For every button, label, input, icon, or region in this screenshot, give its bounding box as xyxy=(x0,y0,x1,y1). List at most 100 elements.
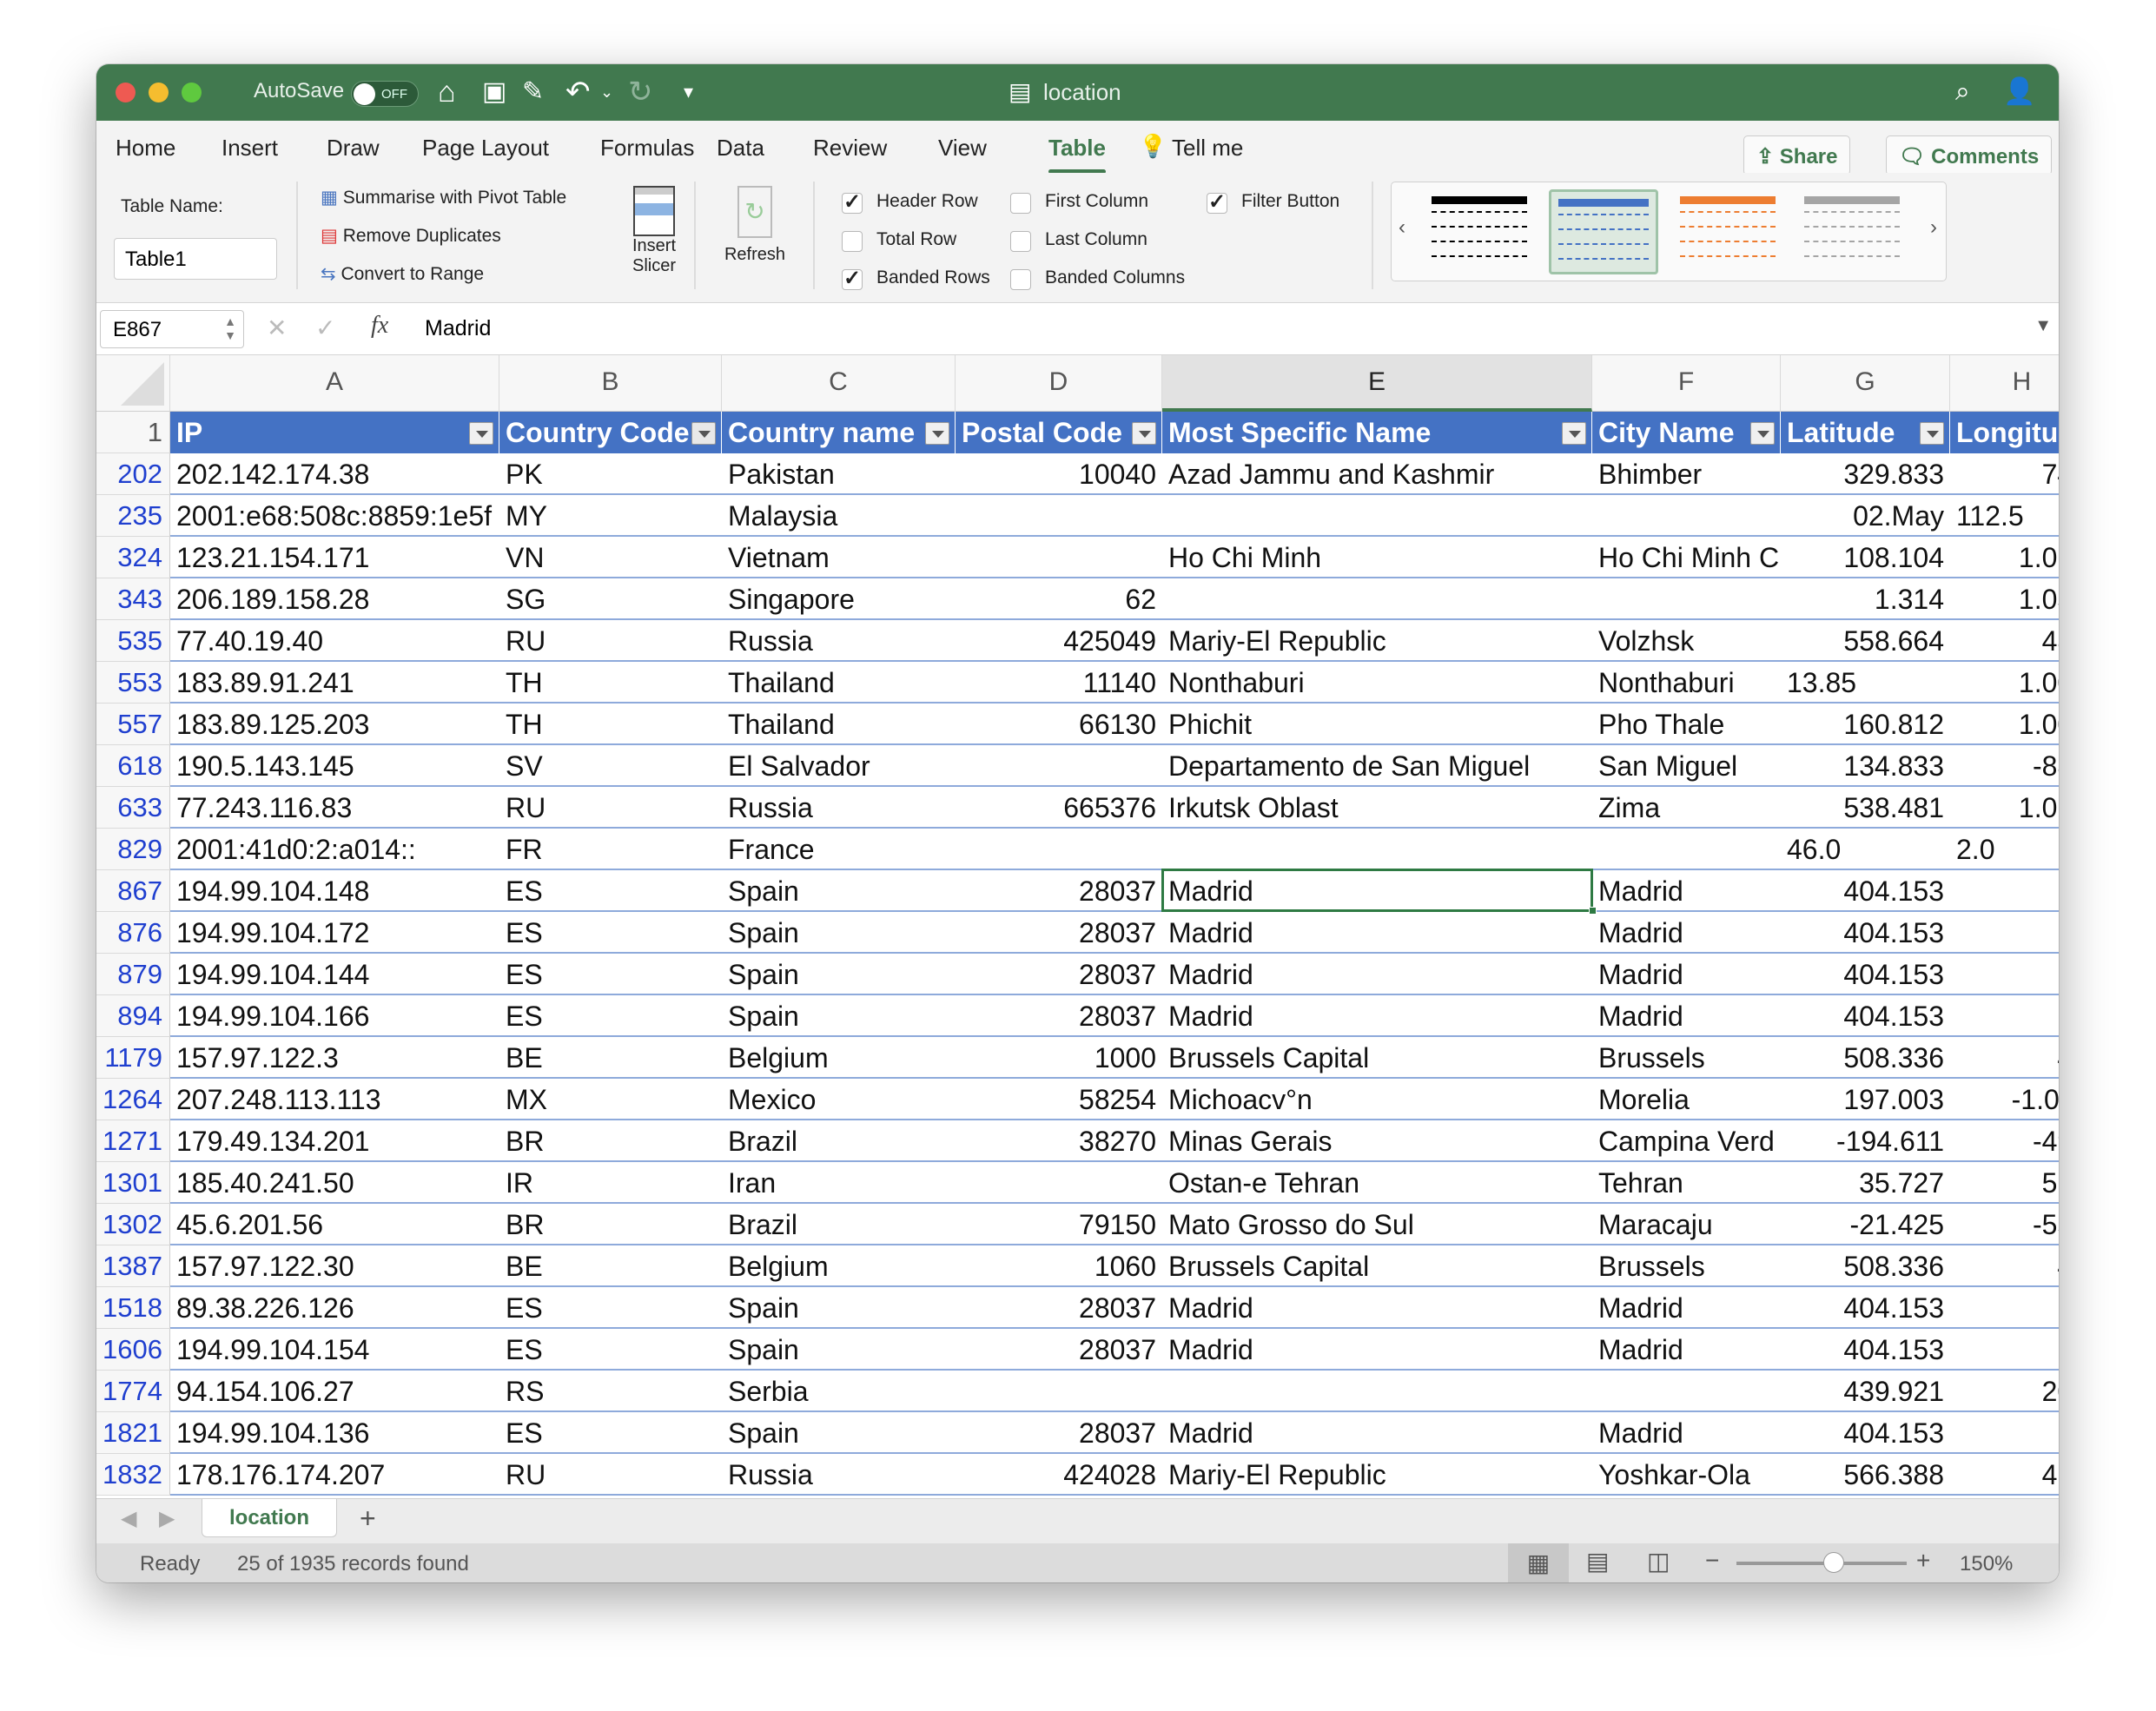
cell-G[interactable]: 404.153 xyxy=(1781,1412,1950,1454)
cell-B[interactable]: ES xyxy=(499,1329,722,1371)
table-style-3[interactable] xyxy=(1673,189,1782,274)
home-icon[interactable]: ⌂ xyxy=(438,76,456,108)
cell-F[interactable]: Brussels xyxy=(1592,1245,1781,1287)
cell-E[interactable]: Brussels Capital xyxy=(1162,1245,1592,1287)
account-icon[interactable]: 👤 xyxy=(2003,76,2035,108)
tab-insert[interactable]: Insert xyxy=(222,135,278,162)
cell-E[interactable]: Madrid xyxy=(1162,995,1592,1037)
cell-D[interactable]: 28037 xyxy=(956,954,1162,995)
tab-table[interactable]: Table xyxy=(1048,135,1106,174)
cell-H[interactable]: -3 xyxy=(1950,1287,2059,1329)
cell-C[interactable]: Russia xyxy=(722,787,956,829)
tab-view[interactable]: View xyxy=(938,135,987,162)
cell-F[interactable]: Madrid xyxy=(1592,1412,1781,1454)
row-number[interactable]: 1821 xyxy=(96,1412,170,1454)
cell-E[interactable]: Madrid xyxy=(1162,954,1592,995)
cell-F[interactable]: Morelia xyxy=(1592,1079,1781,1120)
cell-B[interactable]: BE xyxy=(499,1037,722,1079)
cell-A[interactable]: 183.89.125.203 xyxy=(170,704,499,745)
cell-C[interactable]: Vietnam xyxy=(722,537,956,578)
cell-H[interactable]: 209 xyxy=(1950,1371,2059,1412)
cell-H[interactable]: -3 xyxy=(1950,1329,2059,1371)
normal-view-icon[interactable]: ▦ xyxy=(1508,1543,1569,1582)
row-number[interactable]: 324 xyxy=(96,537,170,578)
cell-F[interactable]: Ho Chi Minh Ci xyxy=(1592,537,1781,578)
cell-G[interactable]: 134.833 xyxy=(1781,745,1950,787)
cell-E[interactable]: Madrid xyxy=(1162,870,1592,912)
cell-G[interactable]: 160.812 xyxy=(1781,704,1950,745)
cell-E[interactable] xyxy=(1162,1371,1592,1412)
cell-H[interactable]: 1.036 xyxy=(1950,578,2059,620)
cell-D[interactable] xyxy=(956,495,1162,537)
cell-F[interactable]: Zima xyxy=(1592,787,1781,829)
cell-D[interactable]: 28037 xyxy=(956,870,1162,912)
row-number[interactable]: 1179 xyxy=(96,1037,170,1079)
cell-C[interactable]: Spain xyxy=(722,1287,956,1329)
cell-A[interactable]: 94.154.106.27 xyxy=(170,1371,499,1412)
cell-C[interactable]: Serbia xyxy=(722,1371,956,1412)
cell-D[interactable]: 38270 xyxy=(956,1120,1162,1162)
cell-H[interactable]: 740 xyxy=(1950,453,2059,495)
insert-slicer-button[interactable]: Insert Slicer xyxy=(618,186,691,276)
cell-A[interactable]: 179.49.134.201 xyxy=(170,1120,499,1162)
row-number[interactable]: 235 xyxy=(96,495,170,537)
row-number[interactable]: 1 xyxy=(96,412,170,453)
cell-C[interactable]: Belgium xyxy=(722,1245,956,1287)
row-number[interactable]: 1264 xyxy=(96,1079,170,1120)
zoom-button[interactable] xyxy=(182,83,202,102)
expand-formula-icon[interactable]: ▼ xyxy=(2034,316,2052,336)
row-number[interactable]: 894 xyxy=(96,995,170,1037)
cell-D[interactable]: 62 xyxy=(956,578,1162,620)
cell-C[interactable]: Spain xyxy=(722,912,956,954)
cell-C[interactable]: Thailand xyxy=(722,662,956,704)
cell-G[interactable]: 13.85 xyxy=(1781,662,1950,704)
filter-dropdown-button[interactable] xyxy=(1920,422,1944,445)
cell-E[interactable]: Phichit xyxy=(1162,704,1592,745)
cell-C[interactable]: Brazil xyxy=(722,1120,956,1162)
cell-G[interactable]: 404.153 xyxy=(1781,1287,1950,1329)
cell-H[interactable]: 112.5 xyxy=(1950,495,2059,537)
cell-D[interactable]: 28037 xyxy=(956,1287,1162,1329)
cell-A[interactable]: 190.5.143.145 xyxy=(170,745,499,787)
filter-dropdown-button[interactable] xyxy=(1750,422,1775,445)
cell-D[interactable]: 10040 xyxy=(956,453,1162,495)
cell-E[interactable]: Michoacv°n xyxy=(1162,1079,1592,1120)
cell-D[interactable]: 28037 xyxy=(956,995,1162,1037)
filter-dropdown-button[interactable] xyxy=(469,422,493,445)
cell-B[interactable]: SV xyxy=(499,745,722,787)
cell-A[interactable]: 77.243.116.83 xyxy=(170,787,499,829)
cell-D[interactable] xyxy=(956,537,1162,578)
cell-A[interactable]: 194.99.104.172 xyxy=(170,912,499,954)
row-number[interactable]: 553 xyxy=(96,662,170,704)
cell-B[interactable]: BR xyxy=(499,1120,722,1162)
cell-H[interactable]: 1.002 xyxy=(1950,704,2059,745)
cell-D[interactable]: 79150 xyxy=(956,1204,1162,1245)
cell-H[interactable]: 513 xyxy=(1950,1162,2059,1204)
cell-H[interactable]: -3 xyxy=(1950,954,2059,995)
cell-F[interactable]: Yoshkar-Ola xyxy=(1592,1454,1781,1496)
cell-F[interactable]: Madrid xyxy=(1592,870,1781,912)
row-number[interactable]: 557 xyxy=(96,704,170,745)
cell-B[interactable]: TH xyxy=(499,662,722,704)
gallery-next-icon[interactable]: › xyxy=(1930,215,1937,240)
tab-tell-me[interactable]: Tell me xyxy=(1172,135,1243,162)
cell-B[interactable]: ES xyxy=(499,995,722,1037)
tab-page-layout[interactable]: Page Layout xyxy=(422,135,549,162)
customize-toolbar-icon[interactable]: ▾ xyxy=(684,76,693,108)
tab-data[interactable]: Data xyxy=(717,135,764,162)
column-header-H[interactable]: H xyxy=(1950,355,2059,412)
column-header-E[interactable]: E xyxy=(1162,355,1592,412)
cell-E[interactable]: Irkutsk Oblast xyxy=(1162,787,1592,829)
cell-E[interactable]: Madrid xyxy=(1162,1287,1592,1329)
cell-C[interactable]: Spain xyxy=(722,954,956,995)
cell-G[interactable]: 566.388 xyxy=(1781,1454,1950,1496)
cell-D[interactable]: 11140 xyxy=(956,662,1162,704)
cell-H[interactable]: 483 xyxy=(1950,620,2059,662)
checkbox-box[interactable] xyxy=(1010,193,1031,214)
cell-A[interactable]: 123.21.154.171 xyxy=(170,537,499,578)
cell-G[interactable]: 558.664 xyxy=(1781,620,1950,662)
cell-F[interactable]: Madrid xyxy=(1592,912,1781,954)
cell-B[interactable]: VN xyxy=(499,537,722,578)
cell-H[interactable]: 1.004 xyxy=(1950,662,2059,704)
cell-E[interactable] xyxy=(1162,578,1592,620)
